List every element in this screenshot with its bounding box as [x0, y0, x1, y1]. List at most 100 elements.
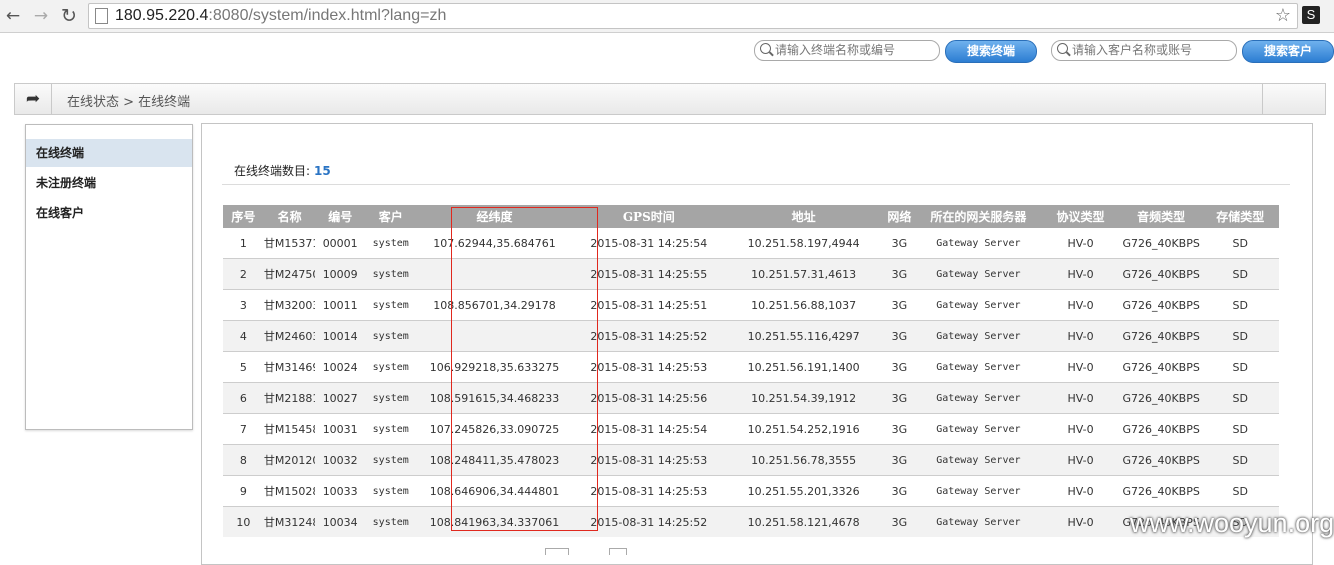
table-row[interactable]: 5 甘M31469 10024 system 106.929218,35.633275 2… — [223, 351, 1279, 383]
table-row[interactable]: 8 甘M20120 10032 system 108.248411,35.478023 2… — [223, 444, 1279, 476]
audio-type-cell: G726_40KBPS — [1120, 506, 1202, 537]
storage-type-cell: SD — [1201, 320, 1279, 352]
customer-link-cell[interactable]: system — [364, 475, 417, 507]
reload-icon[interactable]: ↻ — [58, 5, 80, 27]
gateway-server-cell: Gateway Server — [916, 289, 1041, 321]
sidebar-item-online-customers[interactable]: 在线客户 — [26, 199, 192, 227]
protocol-type-cell: HV-0 — [1067, 236, 1094, 250]
return-arrow-icon[interactable]: ➦ — [15, 84, 52, 114]
customer-link-cell[interactable]: system — [364, 289, 417, 321]
audio-type-cell: G726_40KBPS — [1120, 320, 1202, 352]
customer-search-field[interactable] — [1051, 40, 1237, 61]
pager-button[interactable] — [545, 548, 569, 555]
terminal-id-cell: 10034 — [315, 506, 365, 537]
terminal-table: 序号 名称 编号 客户 经纬度 GPS时间 地址 网络 所在的网关服务器 协议类型 音频类型 存储类型… — [223, 205, 1279, 537]
audio-type-cell: G726_40KBPS — [1122, 236, 1200, 250]
coordinates-cell — [416, 258, 573, 290]
gateway-server-cell: Gateway Server — [916, 351, 1041, 383]
terminal-name-cell: 甘M31469 — [263, 351, 316, 383]
terminal-name-cell: 甘M21881 — [263, 382, 316, 414]
coordinates-cell — [416, 320, 573, 352]
terminal-count-value: 15 — [314, 164, 331, 178]
back-arrow-icon[interactable]: ← — [2, 5, 24, 27]
customer-link-cell[interactable]: system — [364, 444, 417, 476]
gateway-server-cell: Gateway Server — [916, 506, 1041, 537]
protocol-type-cell: HV-0 — [1040, 320, 1121, 352]
terminal-search-input[interactable] — [775, 42, 933, 58]
row-number-cell: 1 — [239, 236, 247, 250]
storage-type-cell: SD — [1201, 444, 1279, 476]
customer-link-cell[interactable]: system — [364, 506, 417, 537]
coordinates-cell: 108.856701,34.29178 — [416, 289, 573, 321]
customer-link-cell[interactable]: system — [364, 351, 417, 383]
sidebar-item-unregistered-terminals[interactable]: 未注册终端 — [26, 169, 192, 197]
customer-link-cell[interactable]: system — [364, 413, 417, 445]
network-type-cell: 3G — [882, 289, 917, 321]
gps-time-cell: 2015-08-31 14:25:52 — [572, 506, 726, 537]
terminal-search-field[interactable] — [754, 40, 940, 61]
protocol-type-cell: HV-0 — [1040, 444, 1121, 476]
search-terminal-button[interactable]: 搜索终端 — [945, 40, 1037, 63]
network-type-cell: 3G — [882, 444, 917, 476]
table-row[interactable]: 7 甘M15458 10031 system 107.245826,33.090725 2… — [223, 413, 1279, 445]
customer-link-cell[interactable]: system — [364, 320, 417, 352]
protocol-type-cell: HV-0 — [1040, 289, 1121, 321]
gps-time-cell: 2015-08-31 14:25:54 — [590, 236, 708, 250]
divider — [222, 184, 1290, 185]
gateway-server-cell: Gateway Server — [916, 382, 1041, 414]
pager-button[interactable] — [609, 548, 627, 555]
terminal-id-cell: 10009 — [315, 258, 365, 290]
row-number-cell: 5 — [223, 351, 264, 383]
table-row[interactable]: 10 甘M31248 10034 system 108.841963,34.337061… — [223, 506, 1279, 537]
gps-time-cell: 2015-08-31 14:25:53 — [572, 351, 726, 383]
column-header: 客户 — [364, 205, 417, 228]
network-type-cell: 3G — [882, 351, 917, 383]
customer-link-cell[interactable]: system — [365, 228, 417, 259]
table-row[interactable]: 3 甘M32003 10011 system 108.856701,34.29178 20… — [223, 289, 1279, 321]
breadcrumb-right-cell — [1262, 84, 1325, 114]
terminal-name-cell: 甘M15458 — [263, 413, 316, 445]
search-icon — [1057, 43, 1068, 54]
bookmark-star-icon[interactable]: ☆ — [1275, 5, 1291, 26]
storage-type-cell: SD — [1201, 382, 1279, 414]
row-number-cell: 3 — [223, 289, 264, 321]
customer-link-cell[interactable]: system — [364, 382, 417, 414]
row-number-cell: 6 — [223, 382, 264, 414]
audio-type-cell: G726_40KBPS — [1120, 475, 1202, 507]
gps-time-cell: 2015-08-31 14:25:53 — [572, 475, 726, 507]
audio-type-cell: G726_40KBPS — [1120, 351, 1202, 383]
table-row[interactable]: 1 甘M15371 00001 system 107.62944,35.684761 20… — [223, 228, 1279, 259]
terminal-id-cell: 10032 — [315, 444, 365, 476]
protocol-type-cell: HV-0 — [1040, 506, 1121, 537]
table-row[interactable]: 4 甘M24603 10014 system 2015-08-31 14:25:52 10… — [223, 320, 1279, 352]
sidebar-item-online-terminals[interactable]: 在线终端 — [26, 139, 192, 167]
protocol-type-cell: HV-0 — [1040, 475, 1121, 507]
customer-link-cell[interactable]: system — [364, 258, 417, 290]
coordinates-cell: 108.248411,35.478023 — [416, 444, 573, 476]
column-header: 经纬度 — [416, 205, 573, 228]
gateway-server-cell: Gateway Server — [916, 444, 1041, 476]
table-row[interactable]: 9 甘M15028 10033 system 108.646906,34.444801 2… — [223, 475, 1279, 507]
column-header: 所在的网关服务器 — [916, 205, 1041, 228]
gateway-server-cell: Gateway Server — [916, 258, 1041, 290]
column-header: GPS时间 — [572, 205, 726, 228]
storage-type-cell: SD — [1201, 289, 1279, 321]
forward-arrow-icon[interactable]: → — [30, 5, 52, 27]
coordinates-cell: 108.591615,34.468233 — [416, 382, 573, 414]
search-customer-button[interactable]: 搜索客户 — [1242, 40, 1334, 63]
table-row[interactable]: 6 甘M21881 10027 system 108.591615,34.468233 2… — [223, 382, 1279, 414]
column-header: 序号 — [223, 205, 264, 228]
customer-search-input[interactable] — [1072, 42, 1230, 58]
extension-icon[interactable]: S — [1302, 6, 1320, 24]
row-number-cell: 10 — [223, 506, 264, 537]
network-type-cell: 3G — [891, 236, 908, 250]
address-cell: 10.251.58.121,4678 — [725, 506, 883, 537]
audio-type-cell: G726_40KBPS — [1120, 413, 1202, 445]
table-row[interactable]: 2 甘M24750 10009 system 2015-08-31 14:25:55 10… — [223, 258, 1279, 290]
storage-type-cell: SD — [1232, 236, 1248, 250]
url-text: 180.95.220.4:8080/system/index.html?lang… — [115, 7, 446, 25]
row-number-cell: 7 — [223, 413, 264, 445]
address-cell: 10.251.58.197,4944 — [747, 236, 860, 250]
address-bar[interactable]: 180.95.220.4:8080/system/index.html?lang… — [88, 3, 1298, 29]
network-type-cell: 3G — [882, 506, 917, 537]
